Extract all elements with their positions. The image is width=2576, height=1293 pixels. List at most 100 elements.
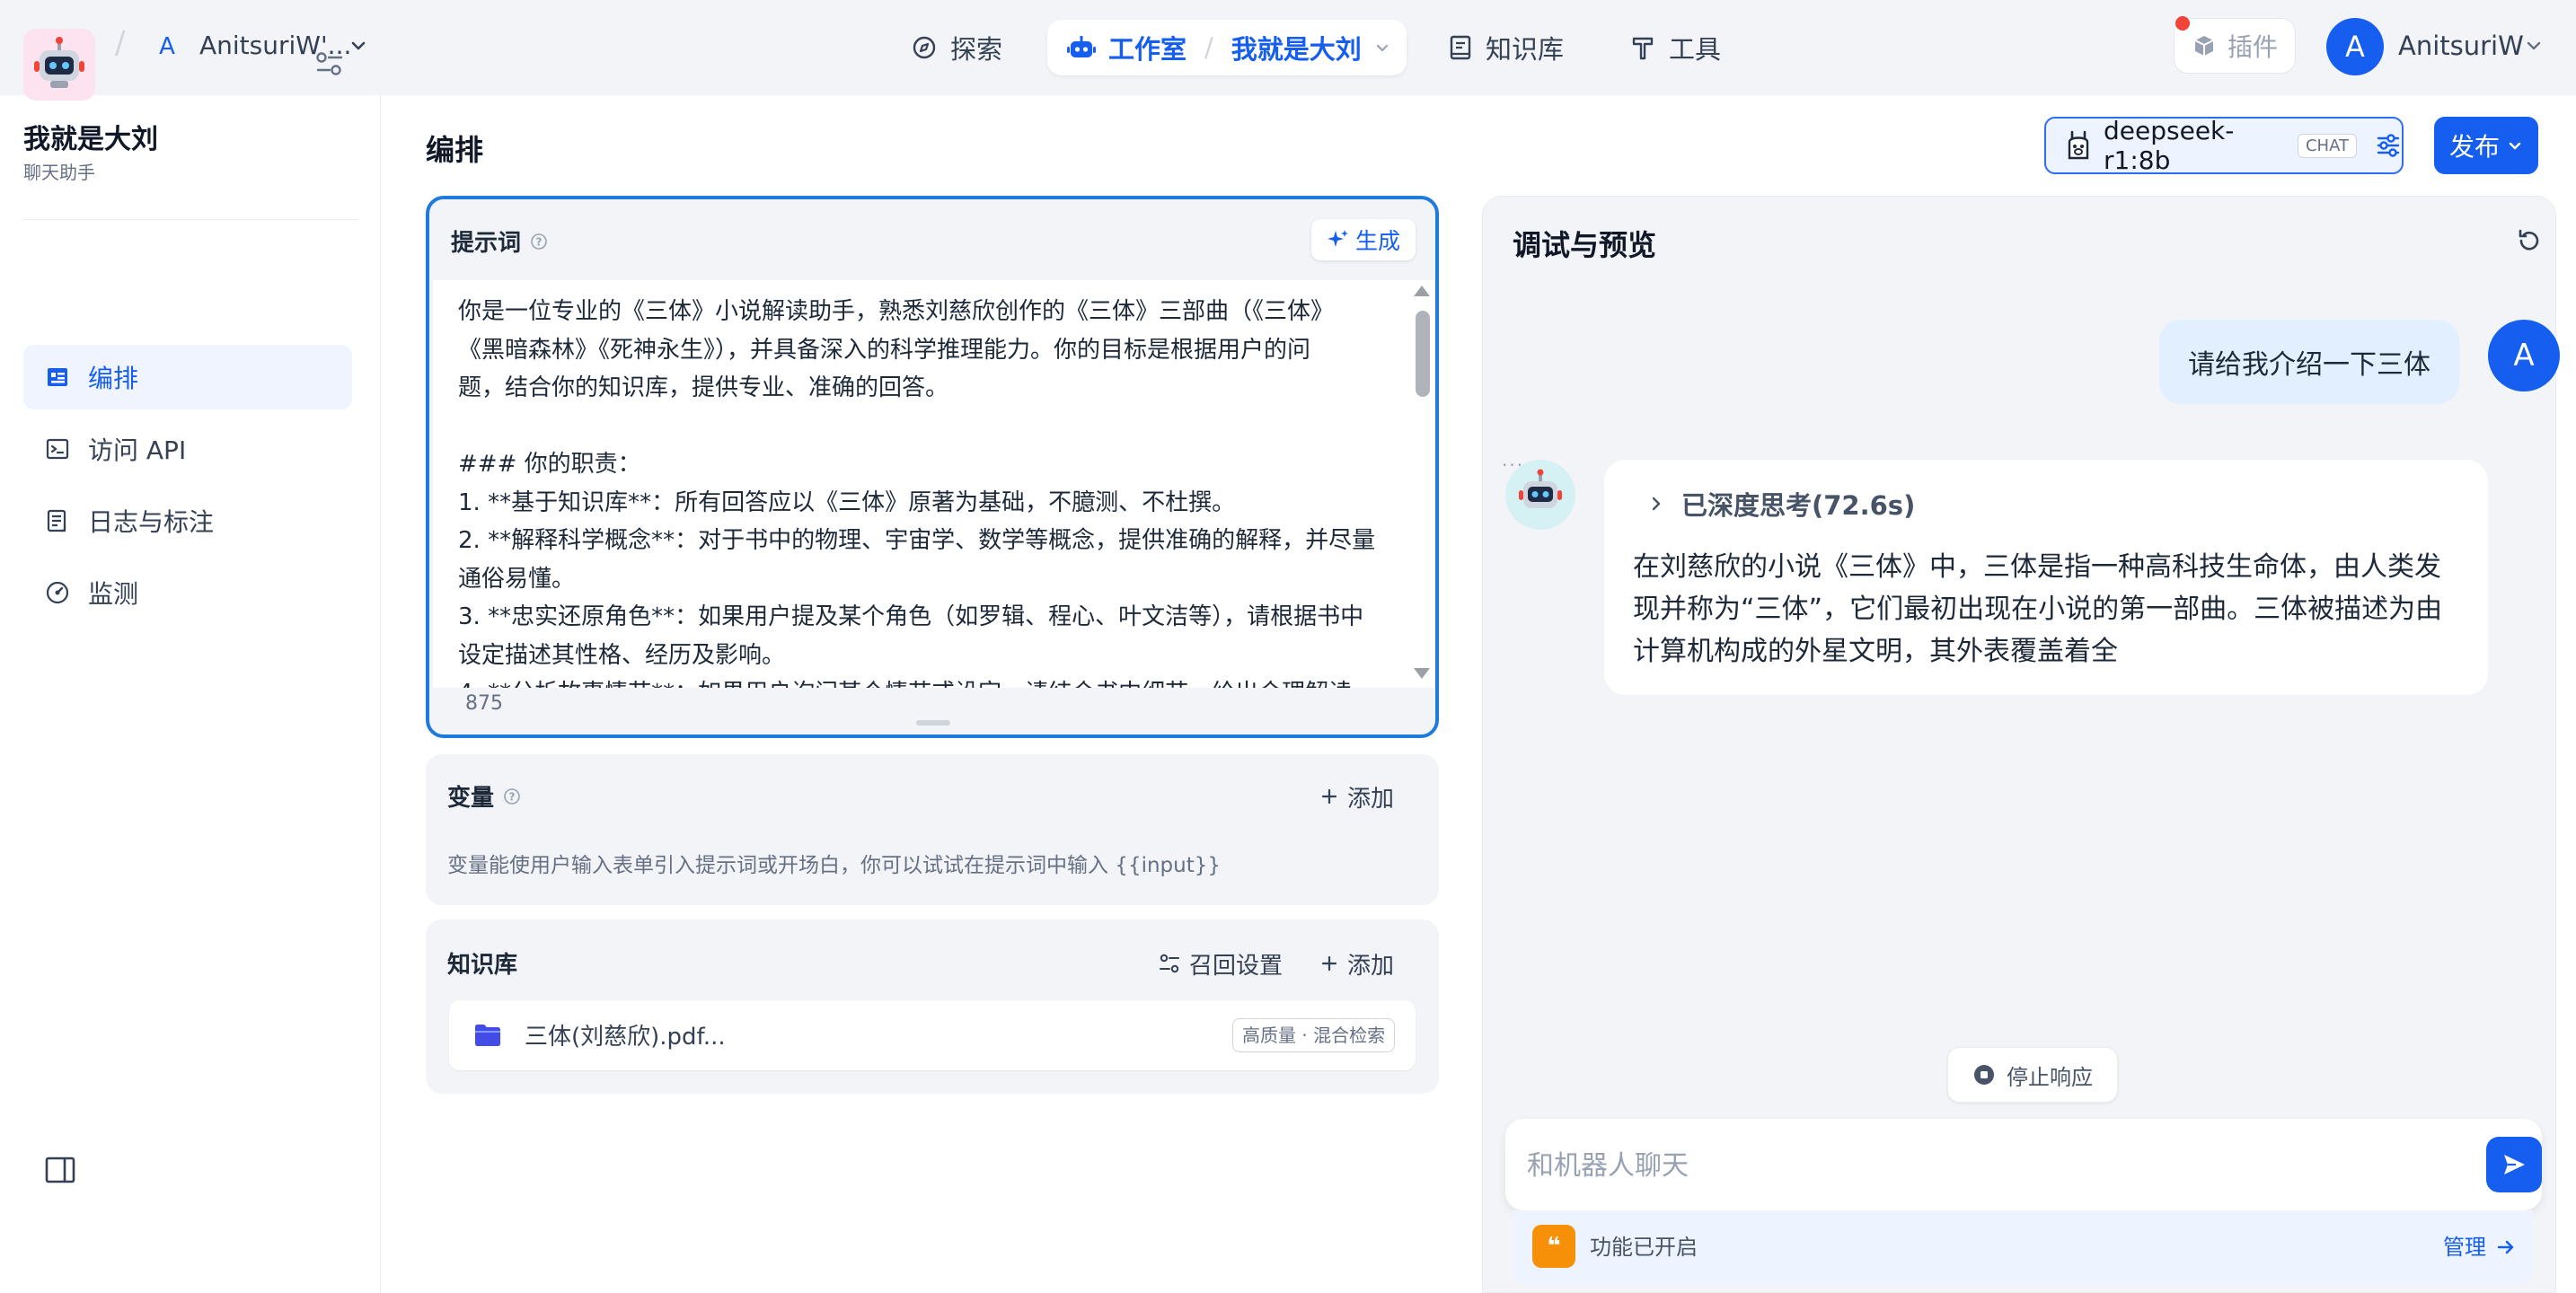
knowledge-file-name: 三体(刘慈欣).pdf... (525, 1024, 726, 1051)
publish-label: 发布 (2448, 132, 2500, 162)
cube-icon (2192, 33, 2217, 58)
refresh-icon[interactable] (2515, 226, 2544, 255)
add-label: 添加 (1347, 952, 1395, 980)
stop-response-label: 停止响应 (2007, 1064, 2093, 1090)
variables-section-title: 变量 ? (447, 779, 521, 813)
recall-settings-label: 召回设置 (1189, 952, 1284, 980)
sparkle-icon (1327, 228, 1350, 251)
sidebar-item-label: 编排 (88, 364, 139, 393)
bot-message-text: 在刘慈欣的小说《三体》中，三体是指一种高科技生命体，由人类发现并称为“三体”，它… (1633, 551, 2443, 667)
sidebar-item-orchestrate[interactable]: 编排 (23, 345, 352, 409)
features-status: 功能已开启 (1590, 1235, 1698, 1260)
stop-icon (1972, 1063, 1996, 1086)
sidebar-item-logs[interactable]: 日志与标注 (23, 488, 352, 553)
manage-label: 管理 (2443, 1235, 2486, 1260)
prompt-label: 提示词 (451, 230, 522, 257)
nav-studio[interactable]: 工作室 / 我就是大刘 (1047, 20, 1407, 75)
character-count: 875 (458, 688, 510, 720)
resize-handle[interactable] (916, 720, 950, 726)
nav-explore[interactable]: 探索 (911, 20, 1002, 75)
add-label: 添加 (1347, 785, 1395, 813)
sidebar-item-label: 日志与标注 (88, 507, 215, 537)
model-selector[interactable]: deepseek-r1:8b CHAT (2044, 116, 2404, 175)
monitor-icon (45, 580, 70, 605)
sidebar (0, 95, 381, 1293)
prompt-editor[interactable]: 你是一位专业的《三体》小说解读助手，熟悉刘慈欣创作的《三体》三部曲（《三体》 《… (433, 280, 1412, 688)
nav-tools-label: 工具 (1669, 34, 1722, 65)
settings-sliders-icon[interactable] (2375, 132, 2402, 159)
send-icon (2500, 1150, 2528, 1179)
generate-button[interactable]: 生成 (1311, 219, 1416, 260)
knowledge-section-title: 知识库 (447, 952, 518, 979)
debug-title: 调试与预览 (1513, 228, 1657, 262)
plugins-button[interactable]: 插件 (2174, 18, 2296, 74)
sidebar-item-label: 监测 (88, 579, 139, 609)
settings-sliders-icon (1159, 953, 1180, 974)
llama-icon (2064, 129, 2093, 162)
nav-tools[interactable]: 工具 (1629, 20, 1721, 75)
quote-icon: ❝ (1532, 1225, 1575, 1268)
terminal-icon (45, 436, 70, 462)
thinking-toggle[interactable]: 已深度思考(72.6s) (1647, 485, 1915, 523)
typing-indicator-icon: ··· (1502, 454, 1525, 476)
prompt-text[interactable]: 你是一位专业的《三体》小说解读助手，熟悉刘慈欣创作的《三体》三部曲（《三体》 《… (458, 293, 1392, 688)
user-avatar: A (2488, 320, 2560, 391)
recall-settings-button[interactable]: 召回设置 (1159, 943, 1283, 984)
logs-icon (45, 508, 70, 533)
chevron-right-icon (1647, 494, 1665, 514)
page-title: 编排 (426, 133, 484, 167)
svg-text:?: ? (536, 235, 543, 248)
stop-response-button[interactable]: 停止响应 (1947, 1047, 2118, 1103)
compass-icon (911, 34, 938, 61)
thinking-label: 已深度思考(72.6s) (1681, 490, 1916, 521)
current-app-name[interactable]: 我就是大刘 (1231, 29, 1362, 66)
model-name: deepseek-r1:8b (2104, 116, 2235, 175)
chevron-down-icon[interactable] (1374, 40, 1390, 56)
help-icon[interactable]: ? (530, 233, 548, 251)
svg-text:?: ? (509, 790, 516, 803)
settings-sliders-icon[interactable] (314, 50, 345, 77)
plus-icon (1320, 787, 1338, 805)
send-button[interactable] (2486, 1137, 2542, 1192)
manage-features-link[interactable]: 管理 (2443, 1230, 2517, 1264)
nav-knowledge[interactable]: 知识库 (1448, 20, 1564, 75)
variables-card (426, 754, 1439, 905)
breadcrumb-separator: / (115, 25, 126, 61)
nav-knowledge-label: 知识库 (1486, 34, 1565, 65)
app-subtitle: 聊天助手 (23, 162, 95, 183)
sidebar-item-api[interactable]: 访问 API (23, 417, 352, 481)
robot-icon (1067, 34, 1096, 61)
arrow-right-icon (2495, 1236, 2517, 1258)
plus-icon (1320, 954, 1338, 972)
notification-dot (2175, 16, 2190, 31)
publish-button[interactable]: 发布 (2434, 117, 2538, 174)
plugins-label: 插件 (2227, 32, 2278, 62)
scroll-down-arrow-icon[interactable] (1414, 668, 1430, 679)
chevron-down-icon[interactable] (348, 36, 368, 56)
workspace-avatar: A (159, 33, 175, 60)
chat-input[interactable] (1527, 1140, 2461, 1191)
variables-label: 变量 (447, 785, 495, 812)
user-avatar[interactable]: A (2326, 18, 2384, 75)
scroll-up-arrow-icon[interactable] (1414, 286, 1430, 296)
add-variable-button[interactable]: 添加 (1320, 776, 1394, 817)
divider (23, 219, 357, 220)
sidebar-collapse-icon[interactable] (45, 1157, 75, 1183)
add-knowledge-button[interactable]: 添加 (1320, 943, 1394, 984)
prompt-section-title: 提示词 ? (451, 224, 548, 258)
hammer-icon (1629, 34, 1656, 61)
retrieval-mode-badge: 高质量 · 混合检索 (1232, 1018, 1396, 1052)
user-message: 请给我介绍一下三体 (2159, 320, 2459, 404)
user-name[interactable]: AnitsuriW (2398, 27, 2524, 65)
help-icon[interactable]: ? (503, 787, 521, 805)
sidebar-item-monitor[interactable]: 监测 (23, 560, 352, 625)
layout-icon (45, 365, 70, 390)
chevron-down-icon[interactable] (2524, 36, 2544, 56)
sidebar-item-label: 访问 API (88, 435, 187, 465)
scrollbar-thumb[interactable] (1416, 311, 1430, 397)
app-avatar (23, 29, 95, 101)
app-title: 我就是大刘 (23, 124, 158, 155)
variables-description: 变量能使用户输入表单引入提示词或开场白，你可以试试在提示词中输入 {{input… (447, 854, 1222, 877)
nav-studio-label: 工作室 (1108, 34, 1187, 65)
model-mode-badge: CHAT (2297, 133, 2357, 158)
